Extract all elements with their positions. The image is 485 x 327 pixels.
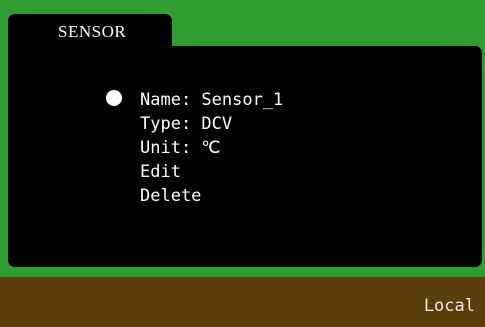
menu-item-name[interactable]: Name: Sensor_1 xyxy=(140,88,283,112)
tab-sensor[interactable]: SENSOR xyxy=(8,14,172,50)
sensor-screen: SENSOR Name: Sensor_1 Type: DCV Unit: ℃ … xyxy=(0,0,485,327)
menu-item-unit[interactable]: Unit: ℃ xyxy=(140,136,283,160)
selection-indicator-icon xyxy=(106,90,122,106)
sensor-menu: Name: Sensor_1 Type: DCV Unit: ℃ Edit De… xyxy=(140,88,283,208)
status-mode-label: Local xyxy=(423,296,475,316)
menu-item-edit[interactable]: Edit xyxy=(140,160,283,184)
menu-item-delete[interactable]: Delete xyxy=(140,184,283,208)
status-bar: Local xyxy=(0,277,485,327)
menu-item-type[interactable]: Type: DCV xyxy=(140,112,283,136)
tab-sensor-label: SENSOR xyxy=(58,22,127,41)
